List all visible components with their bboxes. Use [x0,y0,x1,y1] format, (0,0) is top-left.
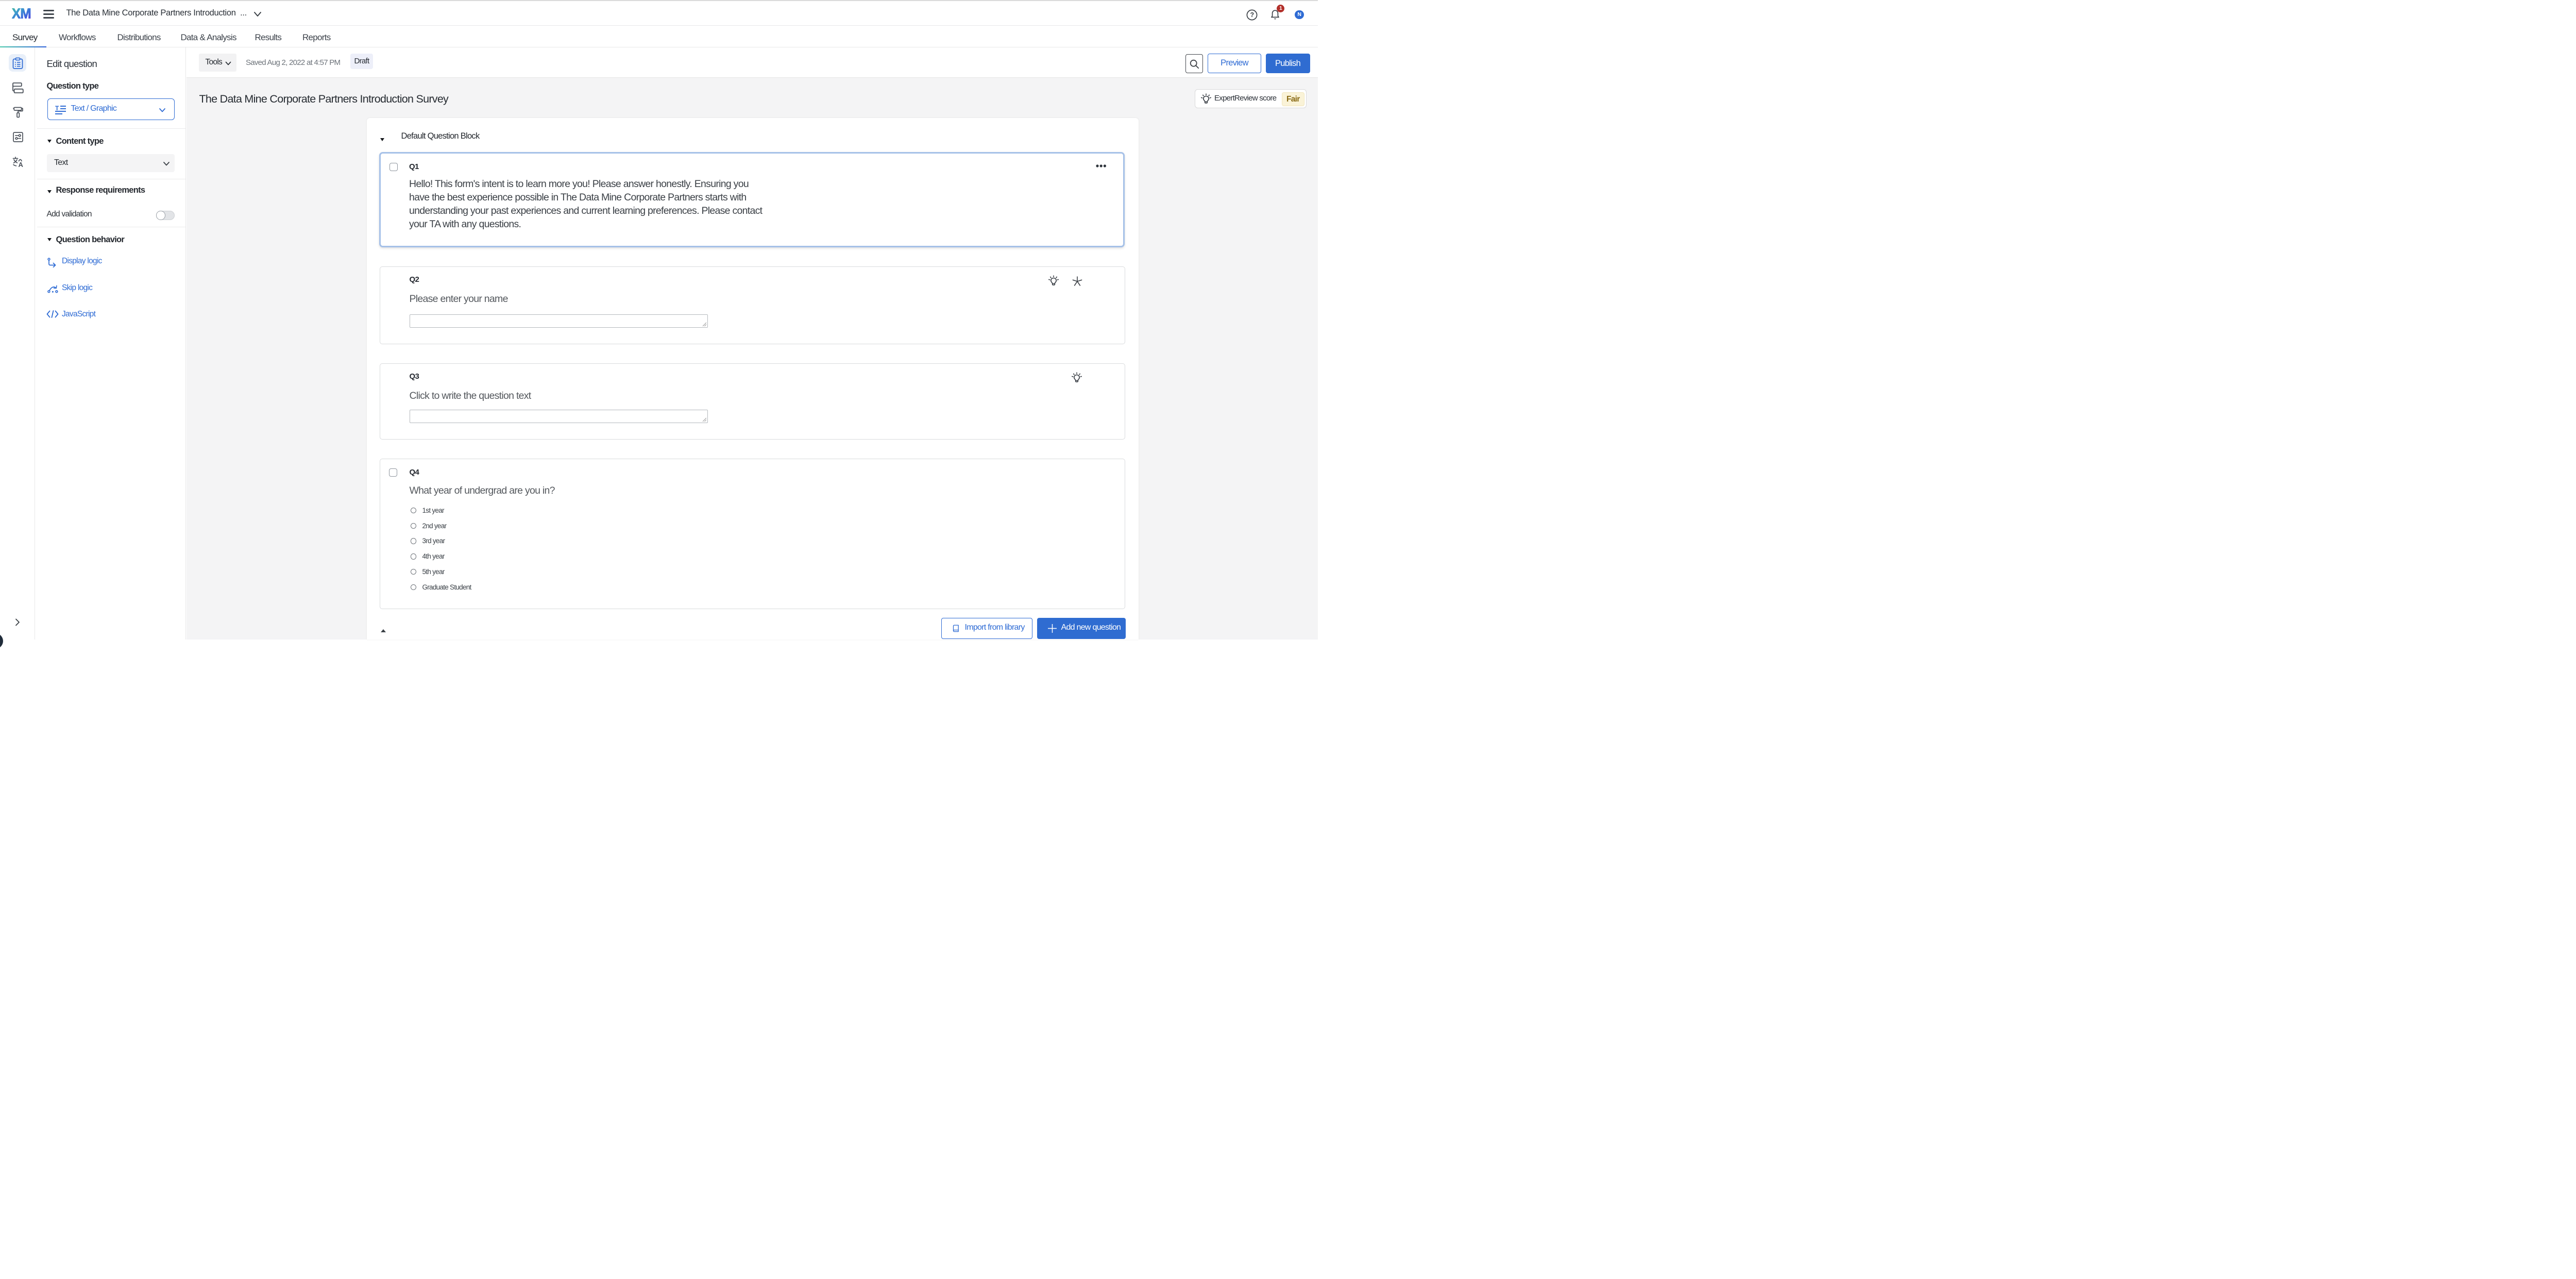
svg-text:?: ? [1250,11,1254,19]
svg-text:A: A [19,161,24,168]
svg-text:XM: XM [12,7,31,21]
svg-text:T: T [55,105,59,112]
